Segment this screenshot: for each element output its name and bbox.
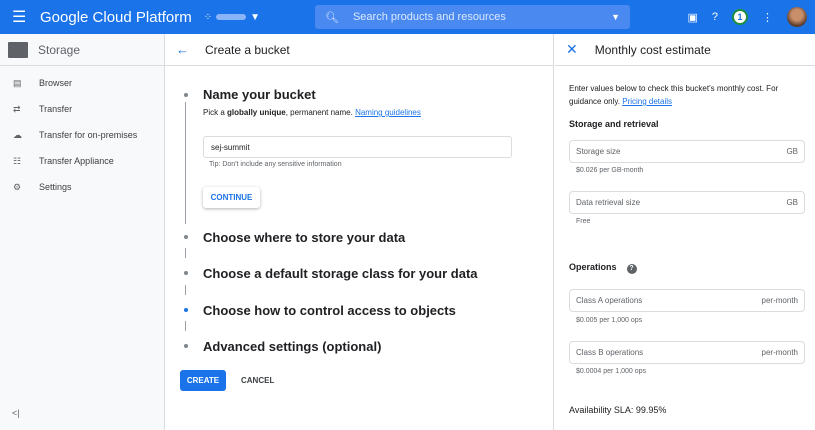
sidebar-item-label: Transfer for on-premises [39, 130, 138, 140]
storage-heading: Storage and retrieval [569, 119, 659, 129]
step-dot [184, 308, 188, 312]
bucket-name-input[interactable]: sej-summit [203, 136, 512, 158]
bucket-name-tip: Tip: Don't include any sensitive informa… [209, 161, 342, 168]
retrieval-price: Free [576, 218, 591, 225]
help-icon[interactable]: ? [712, 11, 718, 23]
step-storage-class[interactable]: Choose a default storage class for your … [203, 266, 478, 281]
class-b-input[interactable]: Class B operations per-month [569, 341, 805, 364]
hamburger-menu-icon[interactable]: ☰ [12, 7, 28, 27]
cloud-shell-icon[interactable]: ▣ [687, 11, 697, 24]
retrieval-size-input[interactable]: Data retrieval size GB [569, 191, 805, 214]
search-placeholder: Search products and resources [352, 11, 506, 23]
create-bucket-panel: ← Create a bucket Name your bucket Pick a… [165, 34, 554, 430]
page-title: Create a bucket [205, 42, 290, 57]
step-name-bucket[interactable]: Name your bucket [203, 87, 316, 102]
class-a-input[interactable]: Class A operations per-month [569, 289, 805, 312]
class-a-price: $0.005 per 1,000 ops [576, 317, 643, 324]
sidebar: Storage ▤ Browser ⇄ Transfer ☁ Transfer for… [0, 34, 165, 430]
availability-sla: Availability SLA: 99.95% [569, 405, 667, 415]
estimate-intro: Enter values below to check this bucket'… [569, 84, 779, 106]
help-icon[interactable]: ? [626, 263, 637, 274]
sidebar-item-transfer-on-premises[interactable]: ☁ Transfer for on-premises [0, 122, 164, 148]
step-connector [185, 248, 186, 258]
step-connector [185, 321, 186, 331]
step-access-control[interactable]: Choose how to control access to objects [203, 303, 456, 318]
bucket-icon: ▤ [13, 77, 22, 88]
gear-icon: ⚙ [13, 181, 22, 192]
storage-size-input[interactable]: Storage size GB [569, 140, 805, 163]
sidebar-title: Storage [38, 42, 81, 57]
class-b-price: $0.0004 per 1,000 ops [576, 368, 647, 375]
continue-button[interactable]: CONTINUE [203, 187, 260, 208]
cost-estimate-panel: ✕ Monthly cost estimate Enter values belo… [555, 34, 815, 430]
search-input[interactable]: 🔍︎ Search products and resources ▼ [315, 5, 630, 29]
project-name-redacted [216, 14, 247, 20]
cloud-upload-icon: ☁ [13, 129, 22, 140]
sidebar-item-browser[interactable]: ▤ Browser [0, 70, 164, 96]
transfer-icon: ⇄ [13, 103, 21, 114]
create-button[interactable]: CREATE [180, 370, 226, 391]
step-connector [185, 102, 186, 224]
sidebar-item-transfer[interactable]: ⇄ Transfer [0, 96, 164, 122]
step-advanced-settings[interactable]: Advanced settings (optional) [203, 339, 381, 354]
brand-title[interactable]: Google Cloud Platform [40, 9, 192, 26]
sidebar-item-label: Browser [39, 78, 73, 88]
step-connector [185, 285, 186, 295]
step-dot [184, 93, 188, 97]
step-location[interactable]: Choose where to store your data [203, 230, 405, 245]
sidebar-item-label: Transfer Appliance [39, 156, 114, 166]
avatar[interactable] [787, 7, 807, 27]
pricing-details-link[interactable]: Pricing details [622, 97, 672, 106]
close-icon[interactable]: ✕ [566, 41, 578, 58]
sidebar-item-transfer-appliance[interactable]: ☷ Transfer Appliance [0, 148, 164, 174]
chevron-down-icon: ▼ [250, 11, 261, 23]
storage-price: $0.026 per GB-month [576, 167, 644, 174]
project-selector[interactable]: ⁘ ▼ [204, 12, 260, 23]
top-bar: ☰ Google Cloud Platform ⁘ ▼ 🔍︎ Search prod… [0, 0, 815, 34]
project-icon: ⁘ [203, 11, 213, 23]
operations-heading: Operations? [569, 262, 637, 274]
sidebar-item-settings[interactable]: ⚙ Settings [0, 174, 164, 200]
step-dot [184, 344, 188, 348]
cancel-button[interactable]: CANCEL [241, 370, 274, 391]
back-arrow-icon[interactable]: ← [176, 42, 189, 57]
sidebar-item-label: Settings [39, 182, 72, 192]
search-icon: 🔍︎ [325, 11, 339, 24]
sidebar-item-label: Transfer [39, 104, 73, 114]
notifications-badge[interactable]: 1 [732, 9, 748, 25]
step-subtitle: Pick a globally unique, permanent name. … [203, 108, 421, 117]
naming-guidelines-link[interactable]: Naming guidelines [355, 108, 421, 117]
more-vert-icon[interactable]: ⋮ [762, 11, 773, 24]
collapse-sidebar-icon[interactable]: <| [12, 408, 20, 418]
search-dropdown-icon[interactable]: ▼ [611, 12, 620, 22]
appliance-icon: ☷ [13, 155, 22, 166]
step-dot [184, 235, 188, 239]
panel-title: Monthly cost estimate [594, 42, 711, 57]
step-dot [184, 271, 188, 275]
storage-icon [8, 41, 28, 58]
